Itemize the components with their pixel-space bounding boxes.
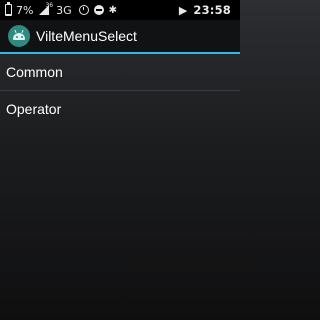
battery-icon (5, 2, 12, 16)
antenna-right (21, 29, 24, 34)
alarm-icon (78, 5, 89, 15)
network-superscript: 36 (45, 1, 54, 9)
android-head (13, 33, 25, 40)
list-item-common[interactable]: Common (0, 54, 240, 90)
list-item-label: Common (6, 64, 63, 80)
battery-percent: 7% (16, 3, 34, 17)
status-bar-left: 7% 36 3G ✱ (5, 0, 117, 20)
list-item-operator[interactable]: Operator (0, 91, 240, 127)
bluetooth-icon: ✱ (108, 4, 118, 16)
app-title: VilteMenuSelect (36, 28, 137, 44)
action-bar: VilteMenuSelect (0, 20, 240, 52)
dnd-icon (93, 5, 104, 15)
list-item-label: Operator (6, 101, 62, 117)
status-bar-right: ▶ 23:58 (179, 0, 231, 20)
android-eye-right (21, 36, 23, 38)
android-eye-left (16, 36, 18, 38)
menu-list: Common Operator (0, 54, 240, 127)
android-icon[interactable] (8, 25, 30, 47)
status-time: 23:58 (193, 3, 231, 17)
status-bar: 7% 36 3G ✱ ▶ 23:58 (0, 0, 240, 20)
wifi-icon: ▶ (178, 3, 188, 17)
network-type: 3G (56, 3, 72, 17)
